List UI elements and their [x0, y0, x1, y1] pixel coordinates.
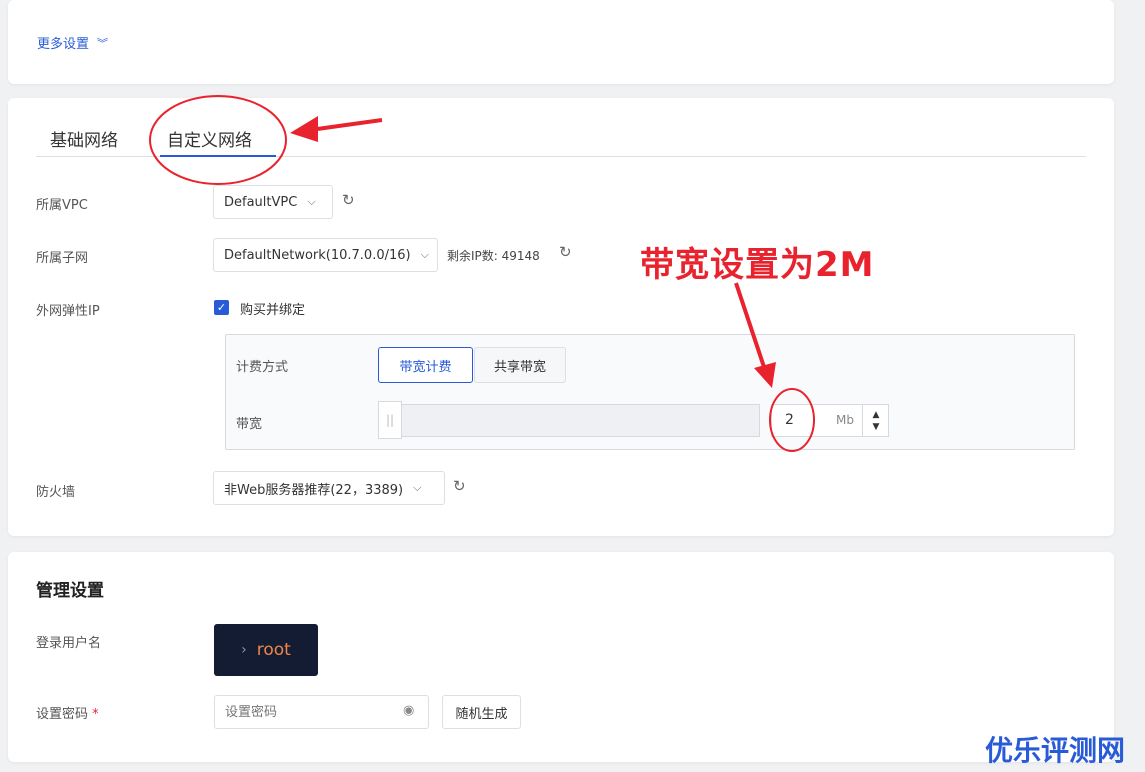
- generate-random-password-button[interactable]: 随机生成: [442, 695, 521, 729]
- required-mark: *: [92, 707, 99, 722]
- password-input[interactable]: [214, 695, 429, 729]
- subnet-select[interactable]: DefaultNetwork(10.7.0.0/16) ⌵: [213, 238, 438, 272]
- firewall-label: 防火墙: [36, 485, 76, 500]
- username-display: › root: [214, 624, 318, 676]
- chevron-down-icon: ⌵: [307, 195, 316, 208]
- chevron-down-icon: ⌵: [420, 248, 429, 261]
- firewall-select[interactable]: 非Web服务器推荐(22，3389) ⌵: [213, 471, 445, 505]
- bandwidth-slider-handle[interactable]: ||: [378, 401, 402, 439]
- eip-label: 外网弹性IP: [36, 304, 100, 319]
- bandwidth-annotation-text: 带宽设置为2M: [640, 245, 875, 285]
- more-settings-card: 更多设置 ︾: [8, 0, 1114, 84]
- caret-down-icon[interactable]: ▼: [873, 421, 880, 433]
- purchase-bind-checkbox[interactable]: ✓: [214, 300, 229, 315]
- subnet-refresh-icon[interactable]: ↻: [559, 243, 572, 261]
- management-card: [8, 552, 1114, 762]
- tab-custom-network[interactable]: 自定义网络: [167, 126, 252, 151]
- bandwidth-label: 带宽: [236, 417, 263, 432]
- eye-icon[interactable]: ◉: [403, 703, 414, 718]
- bandwidth-value: 2: [785, 412, 794, 428]
- password-label-text: 设置密码: [36, 707, 89, 722]
- password-label: 设置密码 *: [36, 703, 99, 722]
- tab-basic-network[interactable]: 基础网络: [50, 126, 118, 151]
- username-value: root: [256, 640, 291, 660]
- remaining-ip-count: 剩余IP数: 49148: [447, 249, 540, 263]
- username-label: 登录用户名: [36, 636, 102, 651]
- more-settings-link[interactable]: 更多设置 ︾: [37, 33, 109, 53]
- network-card: [8, 98, 1114, 536]
- subnet-value: DefaultNetwork(10.7.0.0/16): [224, 247, 411, 263]
- chevron-down-icon: ⌵: [413, 481, 422, 494]
- caret-up-icon[interactable]: ▲: [873, 409, 880, 421]
- billing-mode-label: 计费方式: [236, 360, 289, 375]
- firewall-refresh-icon[interactable]: ↻: [453, 477, 466, 495]
- firewall-value: 非Web服务器推荐(22，3389): [224, 482, 404, 498]
- vpc-refresh-icon[interactable]: ↻: [342, 191, 355, 209]
- subnet-label: 所属子网: [36, 251, 89, 266]
- active-tab-indicator: [160, 155, 276, 157]
- billing-shared-bandwidth-button[interactable]: 共享带宽: [474, 347, 566, 383]
- bandwidth-slider-track[interactable]: [378, 404, 760, 437]
- management-title: 管理设置: [36, 581, 104, 601]
- more-settings-label: 更多设置: [37, 37, 90, 52]
- purchase-bind-label[interactable]: 购买并绑定: [240, 299, 305, 318]
- billing-bandwidth-button[interactable]: 带宽计费: [378, 347, 473, 383]
- vpc-label: 所属VPC: [36, 198, 88, 213]
- prompt-chevron-icon: ›: [241, 642, 247, 658]
- bandwidth-unit: Mb: [836, 413, 854, 427]
- double-chevron-down-icon: ︾: [97, 36, 109, 50]
- vpc-select[interactable]: DefaultVPC ⌵: [213, 185, 333, 219]
- bandwidth-stepper[interactable]: ▲ ▼: [862, 405, 889, 436]
- vpc-value: DefaultVPC: [224, 194, 298, 210]
- watermark: 优乐评测网: [985, 734, 1126, 767]
